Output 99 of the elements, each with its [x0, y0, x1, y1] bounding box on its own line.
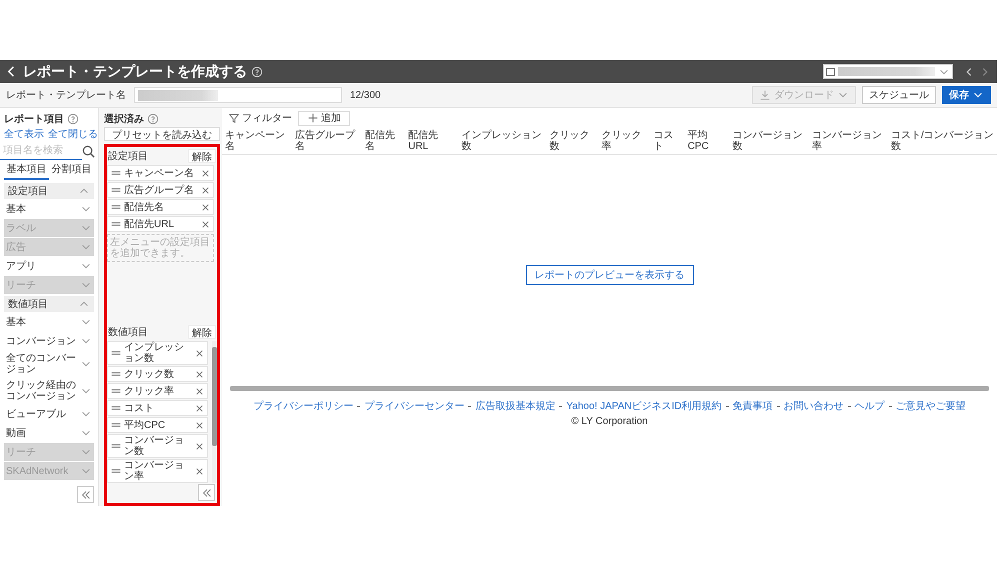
remove-button[interactable]: [194, 420, 205, 430]
footer-link[interactable]: Yahoo! JAPANビジネスID利用規約: [566, 399, 722, 413]
download-icon: [759, 89, 771, 101]
selected-item-chip[interactable]: クリック数: [107, 366, 208, 382]
category-item[interactable]: 全てのコンバージョン: [4, 351, 94, 377]
remove-button[interactable]: [200, 184, 211, 196]
close-icon: [194, 386, 205, 396]
footer-link[interactable]: お問い合わせ: [784, 399, 844, 413]
close-icon: [194, 402, 205, 414]
drop-hint: 左メニューの設定項目を追加できます。: [107, 234, 214, 262]
close-icon: [200, 218, 211, 230]
filter-icon: [228, 112, 240, 124]
section-header[interactable]: 数値項目: [4, 296, 94, 312]
remove-button[interactable]: [194, 440, 205, 452]
selected-item-chip[interactable]: クリック率: [107, 383, 208, 399]
plus-icon: [307, 112, 319, 124]
selected-item-chip[interactable]: コンバージョン率: [107, 459, 208, 483]
selected-item-chip[interactable]: インプレッション数: [107, 341, 208, 365]
close-icon: [200, 184, 211, 196]
help-icon: [251, 66, 263, 78]
link[interactable]: 全て表示: [4, 126, 44, 140]
footer-link[interactable]: プライバシーポリシー: [253, 399, 354, 413]
remove-button[interactable]: [200, 218, 211, 230]
selected-item-chip[interactable]: 配信先名: [107, 199, 214, 215]
category-item[interactable]: コンバージョン: [4, 332, 94, 350]
column-header: コスト/コンバージョン数: [888, 128, 997, 154]
close-icon: [200, 202, 211, 212]
group-title: 数値項目: [108, 326, 148, 339]
column-header: 平均CPC: [684, 128, 730, 154]
column-header: コンバージョン数: [730, 128, 809, 154]
close-icon: [194, 466, 205, 476]
double-chevron-left-icon: [80, 488, 92, 500]
remove-button[interactable]: [200, 168, 211, 178]
selected-item-chip[interactable]: コンバージョン数: [107, 434, 208, 458]
section-header[interactable]: 設定項目: [4, 183, 94, 199]
close-icon: [194, 420, 205, 430]
selected-item-chip[interactable]: 配信先URL: [107, 216, 214, 232]
tab[interactable]: 分割項目: [49, 160, 94, 180]
column-header: 配信先URL: [405, 128, 458, 154]
scrollbar[interactable]: [212, 341, 217, 483]
group-title: 設定項目: [108, 150, 148, 163]
category-item[interactable]: 動画: [4, 424, 94, 442]
selected-item-chip[interactable]: 広告グループ名: [107, 182, 214, 198]
column-header: 配信先名: [362, 128, 406, 154]
close-icon: [194, 348, 205, 358]
footer-link[interactable]: ヘルプ: [854, 399, 885, 413]
category-item[interactable]: アプリ: [4, 257, 94, 275]
field-label: レポート・テンプレート名: [6, 88, 126, 102]
link[interactable]: 全て閉じる: [48, 126, 98, 140]
selected-item-chip[interactable]: キャンペーン名: [107, 165, 214, 181]
selected-item-chip[interactable]: 平均CPC: [107, 417, 208, 433]
double-chevron-left-icon: [200, 486, 212, 498]
category-item[interactable]: 基本: [4, 200, 94, 218]
name-field[interactable]: [134, 87, 342, 103]
column-header: キャンペーン名: [222, 128, 292, 154]
preset-button[interactable]: プリセットを読み込む: [104, 127, 220, 141]
remove-button[interactable]: [194, 386, 205, 396]
column-header: クリック率: [598, 128, 651, 154]
collapse-button[interactable]: [198, 484, 215, 501]
copyright: © LY Corporation: [571, 416, 648, 427]
column-header: インプレッション数: [458, 128, 546, 154]
category-item[interactable]: 基本: [4, 313, 94, 331]
remove-button[interactable]: [200, 202, 211, 212]
tab[interactable]: 基本項目: [4, 160, 49, 180]
help-icon: [147, 113, 159, 125]
footer-link[interactable]: 広告取扱基本規定: [475, 399, 556, 413]
close-icon: [194, 440, 205, 452]
footer-link[interactable]: プライバシーセンター: [364, 399, 464, 413]
panel-title: レポート項目: [4, 113, 64, 126]
column-header: コスト: [650, 128, 685, 154]
panel-title: 選択済み: [104, 112, 144, 126]
category-item[interactable]: ビューアブル: [4, 405, 94, 423]
help-icon: [67, 113, 79, 125]
close-icon: [194, 368, 205, 380]
remove-button[interactable]: [194, 402, 205, 414]
column-header: クリック数: [546, 128, 598, 154]
search-icon: [82, 144, 95, 158]
preview-button[interactable]: レポートのプレビューを表示する: [526, 264, 694, 284]
remove-button[interactable]: [194, 348, 205, 358]
schedule-button[interactable]: スケジュール: [862, 86, 936, 104]
add-button[interactable]: 追加: [298, 110, 350, 126]
remove-button[interactable]: [194, 368, 205, 380]
close-icon: [200, 168, 211, 178]
column-header: コンバージョン率: [808, 128, 888, 154]
scrollbar[interactable]: [230, 386, 989, 391]
filter-button[interactable]: フィルター: [228, 110, 292, 126]
remove-button[interactable]: [194, 466, 205, 476]
footer-link[interactable]: 免責事項: [732, 399, 773, 413]
column-header: 広告グループ名: [292, 128, 362, 154]
clear-button[interactable]: 解除: [188, 149, 216, 163]
character-counter: 12/300: [350, 90, 381, 100]
footer-link[interactable]: ご意見やご要望: [896, 399, 966, 413]
page-title: レポート・テンプレートを作成する: [23, 62, 247, 80]
category-item[interactable]: クリック経由のコンバージョン: [4, 378, 94, 404]
clear-button[interactable]: 解除: [188, 325, 216, 339]
save-button[interactable]: 保存: [942, 86, 991, 104]
collapse-button[interactable]: [77, 486, 94, 503]
selected-item-chip[interactable]: コスト: [107, 400, 208, 416]
search-field[interactable]: 項目名を検索: [0, 142, 82, 160]
